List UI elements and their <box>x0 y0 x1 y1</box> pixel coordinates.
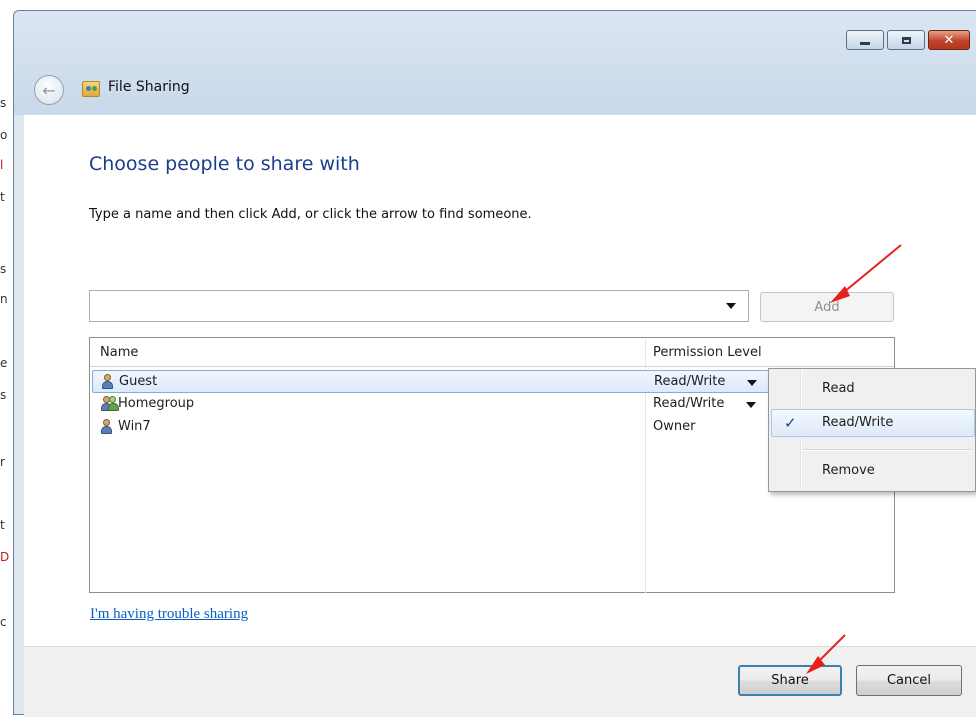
cancel-button[interactable]: Cancel <box>856 665 962 696</box>
file-sharing-icon <box>82 81 100 97</box>
caption-buttons: ✕ <box>846 30 970 50</box>
menu-item-label: Read/Write <box>822 415 894 430</box>
add-button[interactable]: Add <box>760 292 894 322</box>
page-heading: Choose people to share with <box>89 153 360 175</box>
permission-dropdown-arrow-icon[interactable] <box>747 380 757 386</box>
menu-item-remove[interactable]: Remove <box>771 457 975 485</box>
bg-text-fragment: l <box>0 158 4 172</box>
trouble-sharing-link[interactable]: I'm having trouble sharing <box>90 606 248 623</box>
instruction-text: Type a name and then click Add, or click… <box>89 207 532 222</box>
bg-text-fragment: e <box>0 356 8 370</box>
combo-dropdown-arrow-icon[interactable] <box>726 303 736 309</box>
share-button[interactable]: Share <box>738 665 842 696</box>
bg-text-fragment: t <box>0 518 5 532</box>
menu-item-read[interactable]: Read <box>771 375 975 403</box>
bg-text-fragment: D <box>0 550 10 564</box>
menu-item-label: Read <box>822 381 855 396</box>
checkmark-icon: ✓ <box>784 414 797 432</box>
permission-dropdown-arrow-icon[interactable] <box>746 402 756 408</box>
row-name: Guest <box>119 374 158 389</box>
bg-text-fragment: t <box>0 190 5 204</box>
dialog-footer: Share Cancel <box>24 646 976 717</box>
user-icon <box>100 419 112 435</box>
row-permission[interactable]: Read/Write <box>654 374 725 389</box>
back-button[interactable]: ← <box>34 75 64 105</box>
minimize-button[interactable] <box>846 30 884 50</box>
column-header-name[interactable]: Name <box>100 345 138 360</box>
bg-text-fragment: s <box>0 96 7 110</box>
bg-text-fragment: r <box>0 455 5 469</box>
menu-item-label: Remove <box>822 463 875 478</box>
name-combo-input[interactable] <box>89 290 749 322</box>
file-sharing-window: ✕ ← File Sharing Choose people to share … <box>13 10 976 717</box>
close-icon: ✕ <box>943 32 955 48</box>
bg-text-fragment: c <box>0 615 7 629</box>
bg-text-fragment: n <box>0 292 8 306</box>
permission-menu: Read ✓ Read/Write Remove <box>768 368 976 492</box>
window-title: File Sharing <box>108 79 190 95</box>
bg-text-fragment: o <box>0 128 8 142</box>
minimize-icon <box>847 31 883 49</box>
maximize-button[interactable] <box>887 30 925 50</box>
row-permission[interactable]: Read/Write <box>653 396 724 411</box>
row-name: Homegroup <box>118 396 195 411</box>
row-permission: Owner <box>653 419 696 434</box>
close-button[interactable]: ✕ <box>928 30 970 50</box>
column-header-permission[interactable]: Permission Level <box>653 345 762 360</box>
menu-item-read-write[interactable]: ✓ Read/Write <box>771 409 975 437</box>
menu-separator <box>803 449 971 451</box>
list-header: Name Permission Level <box>90 338 894 367</box>
group-icon <box>100 396 119 412</box>
maximize-icon <box>888 31 924 49</box>
bg-text-fragment: s <box>0 388 7 402</box>
back-arrow-icon: ← <box>42 80 56 100</box>
user-icon <box>101 374 113 390</box>
title-bar: ✕ ← File Sharing <box>14 11 976 115</box>
bg-text-fragment: s <box>0 262 7 276</box>
row-name: Win7 <box>118 419 151 434</box>
